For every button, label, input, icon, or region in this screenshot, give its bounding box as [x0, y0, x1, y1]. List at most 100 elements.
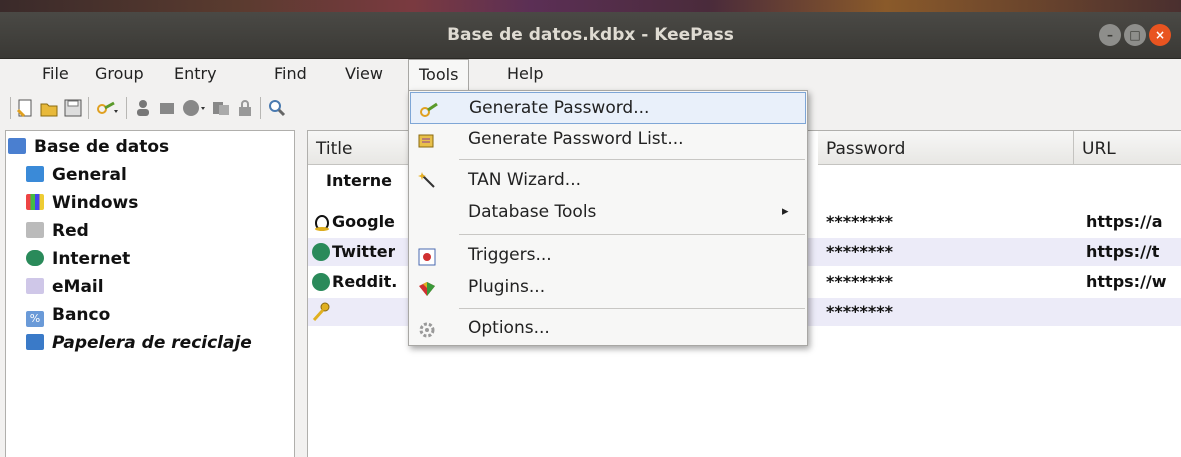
globe-icon	[312, 273, 330, 291]
add-entry-icon[interactable]	[96, 99, 118, 117]
entry-title: Reddit.	[332, 272, 398, 291]
submenu-arrow-icon: ▸	[782, 204, 789, 219]
column-header-password[interactable]: Password	[818, 131, 1074, 165]
search-icon[interactable]	[268, 99, 286, 117]
group-tree[interactable]: Base de datos General Windows Red Intern…	[5, 130, 295, 457]
menu-file[interactable]: File	[32, 59, 79, 91]
tree-item-recycle-bin[interactable]: Papelera de reciclaje	[26, 329, 252, 357]
linux-icon	[314, 213, 330, 231]
tree-item-email[interactable]: eMail	[26, 273, 104, 301]
tree-item-label: eMail	[52, 277, 104, 297]
desktop-wallpaper	[0, 0, 1181, 12]
menu-item-label: Generate Password List...	[468, 129, 684, 149]
maximize-icon: □	[1129, 28, 1141, 42]
key-wand-icon	[419, 99, 438, 117]
globe-icon	[26, 250, 44, 266]
entry-url: https://w	[1086, 272, 1167, 291]
menu-item-generate-password-list[interactable]: Generate Password List...	[410, 124, 806, 156]
folder-open-icon	[8, 138, 26, 154]
toolbar	[0, 91, 420, 127]
column-header-url[interactable]: URL	[1074, 131, 1181, 165]
network-icon	[26, 222, 44, 238]
tree-item-windows[interactable]: Windows	[26, 189, 138, 217]
menu-group[interactable]: Group	[85, 59, 154, 91]
tree-item-label: Banco	[52, 305, 111, 325]
menu-tools[interactable]: Tools	[408, 59, 470, 92]
open-database-icon[interactable]	[40, 99, 58, 117]
menu-entry[interactable]: Entry	[164, 59, 227, 91]
tools-menu: Generate Password... Generate Password L…	[408, 90, 808, 346]
menu-view[interactable]: View	[335, 59, 393, 91]
tree-root-label: Base de datos	[34, 137, 170, 157]
toolbar-separator	[126, 97, 127, 119]
triggers-icon	[418, 246, 436, 266]
entry-url: https://a	[1086, 212, 1163, 231]
tree-item-label: General	[52, 165, 127, 185]
menu-item-label: Generate Password...	[469, 98, 650, 118]
menu-item-options[interactable]: Options...	[410, 313, 806, 345]
tree-item-label: Red	[52, 221, 89, 241]
menu-find[interactable]: Find	[264, 59, 317, 91]
save-icon[interactable]	[64, 99, 82, 117]
menu-item-label: Database Tools	[468, 202, 597, 222]
menu-item-database-tools[interactable]: Database Tools ▸	[410, 197, 806, 229]
gear-icon	[418, 319, 436, 338]
tree-item-internet[interactable]: Internet	[26, 245, 130, 273]
menu-item-label: TAN Wizard...	[468, 170, 582, 190]
maximize-button[interactable]: □	[1124, 24, 1146, 46]
group-header: Interne	[326, 171, 392, 190]
menu-item-tan-wizard[interactable]: TAN Wizard...	[410, 165, 806, 197]
menu-bar: File Group Entry Find View Tools Help	[0, 59, 1181, 92]
tree-item-label: Internet	[52, 249, 131, 269]
windows-icon	[26, 194, 44, 210]
key-list-icon	[418, 130, 436, 148]
close-icon: ×	[1154, 28, 1166, 42]
copy-user-icon[interactable]	[134, 99, 152, 117]
entry-password: ********	[826, 242, 893, 261]
entry-title: Twitter	[332, 242, 396, 261]
email-icon	[26, 278, 44, 294]
copy-entry-icon[interactable]	[212, 99, 230, 117]
tree-item-banco[interactable]: % Banco	[26, 301, 110, 329]
toolbar-grip	[10, 97, 11, 119]
open-url-icon[interactable]	[182, 99, 205, 117]
magic-wand-icon	[418, 171, 436, 189]
minimize-button[interactable]: –	[1099, 24, 1121, 46]
lock-icon[interactable]	[236, 99, 254, 117]
menu-item-generate-password[interactable]: Generate Password...	[410, 92, 806, 124]
menu-separator	[459, 234, 805, 235]
window-title: Base de datos.kdbx - KeePass	[447, 25, 734, 45]
folder-icon	[26, 166, 44, 182]
percent-icon: %	[26, 311, 44, 327]
plugins-icon	[418, 278, 436, 296]
menu-item-label: Options...	[468, 318, 550, 338]
menu-separator	[459, 159, 805, 160]
menu-item-plugins[interactable]: Plugins...	[410, 272, 806, 304]
title-bar[interactable]: Base de datos.kdbx - KeePass – □ ×	[0, 12, 1181, 59]
menu-item-triggers[interactable]: Triggers...	[410, 240, 806, 272]
menu-help[interactable]: Help	[497, 59, 553, 91]
tree-item-general[interactable]: General	[26, 161, 127, 189]
tree-item-red[interactable]: Red	[26, 217, 89, 245]
entry-password: ********	[826, 302, 893, 321]
entry-password: ********	[826, 272, 893, 291]
tree-item-label: Windows	[52, 193, 139, 213]
menu-item-label: Plugins...	[468, 277, 546, 297]
minimize-icon: –	[1107, 28, 1113, 42]
tree-item-label: Papelera de reciclaje	[52, 333, 252, 353]
toolbar-separator	[260, 97, 261, 119]
globe-icon	[312, 243, 330, 261]
entry-title: Google	[332, 212, 395, 231]
entry-url	[1086, 298, 1181, 326]
key-icon	[312, 302, 330, 322]
menu-separator	[459, 308, 805, 309]
new-database-icon[interactable]	[16, 99, 34, 118]
recycle-bin-icon	[26, 334, 44, 350]
entry-url: https://t	[1086, 242, 1160, 261]
toolbar-separator	[88, 97, 89, 119]
menu-item-label: Triggers...	[468, 245, 552, 265]
entry-password: ********	[826, 212, 893, 231]
tree-root[interactable]: Base de datos	[8, 133, 169, 161]
copy-password-icon[interactable]	[158, 99, 176, 117]
close-button[interactable]: ×	[1149, 24, 1171, 46]
